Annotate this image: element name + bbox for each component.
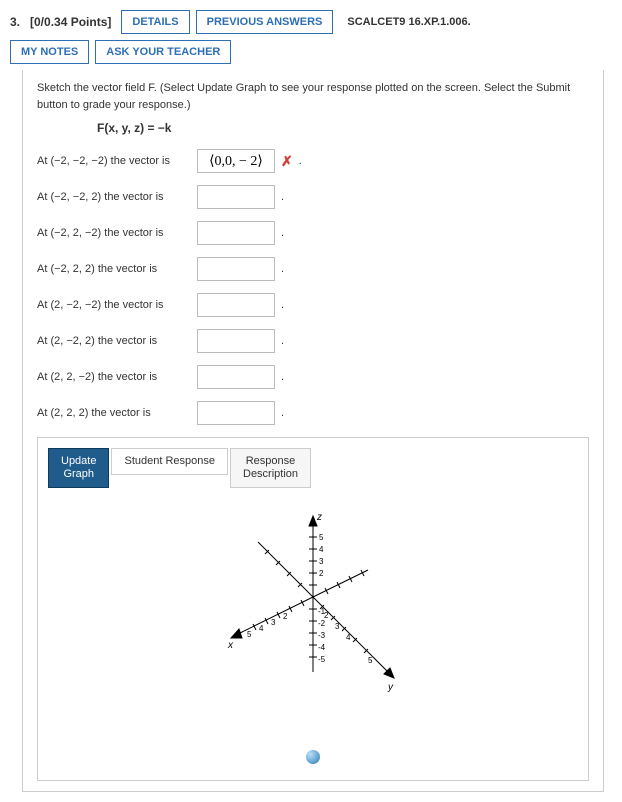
svg-text:4: 4 <box>259 624 264 633</box>
period: . <box>281 407 284 419</box>
help-icon[interactable] <box>306 750 320 764</box>
vector-prompt: At (−2, 2, −2) the vector is <box>37 227 197 239</box>
vector-input-5[interactable] <box>197 329 275 353</box>
vector-row: At (−2, 2, −2) the vector is. <box>37 221 589 245</box>
formula-text: F(x, y, z) = −k <box>97 121 589 135</box>
previous-answers-button[interactable]: PREVIOUS ANSWERS <box>196 10 334 34</box>
svg-text:5: 5 <box>319 533 324 542</box>
svg-text:3: 3 <box>335 622 340 631</box>
vector-row: At (−2, −2, 2) the vector is. <box>37 185 589 209</box>
period: . <box>281 335 284 347</box>
svg-text:-3: -3 <box>318 631 326 640</box>
tab-student-response[interactable]: Student Response <box>111 448 228 475</box>
svg-text:-2: -2 <box>318 619 326 628</box>
vector-input-2[interactable] <box>197 221 275 245</box>
vector-row: At (2, 2, 2) the vector is. <box>37 401 589 425</box>
vector-row: At (2, −2, −2) the vector is. <box>37 293 589 317</box>
svg-text:2: 2 <box>319 569 324 578</box>
svg-text:5: 5 <box>247 630 252 639</box>
period: . <box>281 299 284 311</box>
graph-area: z y x 543 2 -1-2-3 -4-5 543 2 23 45 <box>48 494 578 742</box>
question-content: Sketch the vector field F. (Select Updat… <box>22 70 604 792</box>
svg-text:3: 3 <box>271 618 276 627</box>
z-axis-label: z <box>316 512 322 523</box>
axes-3d-plot: z y x 543 2 -1-2-3 -4-5 543 2 23 45 <box>198 502 428 712</box>
svg-text:2: 2 <box>324 611 329 620</box>
period: . <box>281 371 284 383</box>
wrong-icon: ✗ <box>281 153 293 170</box>
ask-teacher-button[interactable]: ASK YOUR TEACHER <box>95 40 231 64</box>
period: . <box>299 155 302 167</box>
svg-text:4: 4 <box>319 545 324 554</box>
question-number: 3. <box>10 15 20 29</box>
update-graph-button[interactable]: Update Graph <box>48 448 109 488</box>
vector-input-0[interactable] <box>197 149 275 173</box>
svg-text:-4: -4 <box>318 643 326 652</box>
svg-text:2: 2 <box>283 612 288 621</box>
y-axis-label: y <box>387 682 394 693</box>
vector-row: At (2, −2, 2) the vector is. <box>37 329 589 353</box>
vector-row: At (2, 2, −2) the vector is. <box>37 365 589 389</box>
svg-text:3: 3 <box>319 557 324 566</box>
tab-response-description[interactable]: Response Description <box>230 448 311 488</box>
vector-prompt: At (2, −2, 2) the vector is <box>37 335 197 347</box>
points-label: [0/0.34 Points] <box>30 15 111 29</box>
vector-prompt: At (2, 2, −2) the vector is <box>37 371 197 383</box>
vector-prompt: At (−2, −2, −2) the vector is <box>37 155 197 167</box>
instructions-text: Sketch the vector field F. (Select Updat… <box>37 80 589 113</box>
question-reference: SCALCET9 16.XP.1.006. <box>347 16 470 28</box>
graph-box: Update Graph Student Response Response D… <box>37 437 589 781</box>
vector-prompt: At (2, 2, 2) the vector is <box>37 407 197 419</box>
vector-input-6[interactable] <box>197 365 275 389</box>
svg-text:5: 5 <box>368 656 373 665</box>
vector-row: At (−2, 2, 2) the vector is. <box>37 257 589 281</box>
period: . <box>281 263 284 275</box>
vector-input-7[interactable] <box>197 401 275 425</box>
period: . <box>281 227 284 239</box>
svg-text:4: 4 <box>346 633 351 642</box>
period: . <box>281 191 284 203</box>
svg-text:-5: -5 <box>318 655 326 664</box>
vector-input-1[interactable] <box>197 185 275 209</box>
vector-input-3[interactable] <box>197 257 275 281</box>
vector-input-4[interactable] <box>197 293 275 317</box>
vector-row: At (−2, −2, −2) the vector is ✗. <box>37 149 589 173</box>
details-button[interactable]: DETAILS <box>121 10 189 34</box>
vector-prompt: At (−2, −2, 2) the vector is <box>37 191 197 203</box>
vector-prompt: At (2, −2, −2) the vector is <box>37 299 197 311</box>
vector-prompt: At (−2, 2, 2) the vector is <box>37 263 197 275</box>
x-axis-label: x <box>227 640 234 651</box>
my-notes-button[interactable]: MY NOTES <box>10 40 89 64</box>
